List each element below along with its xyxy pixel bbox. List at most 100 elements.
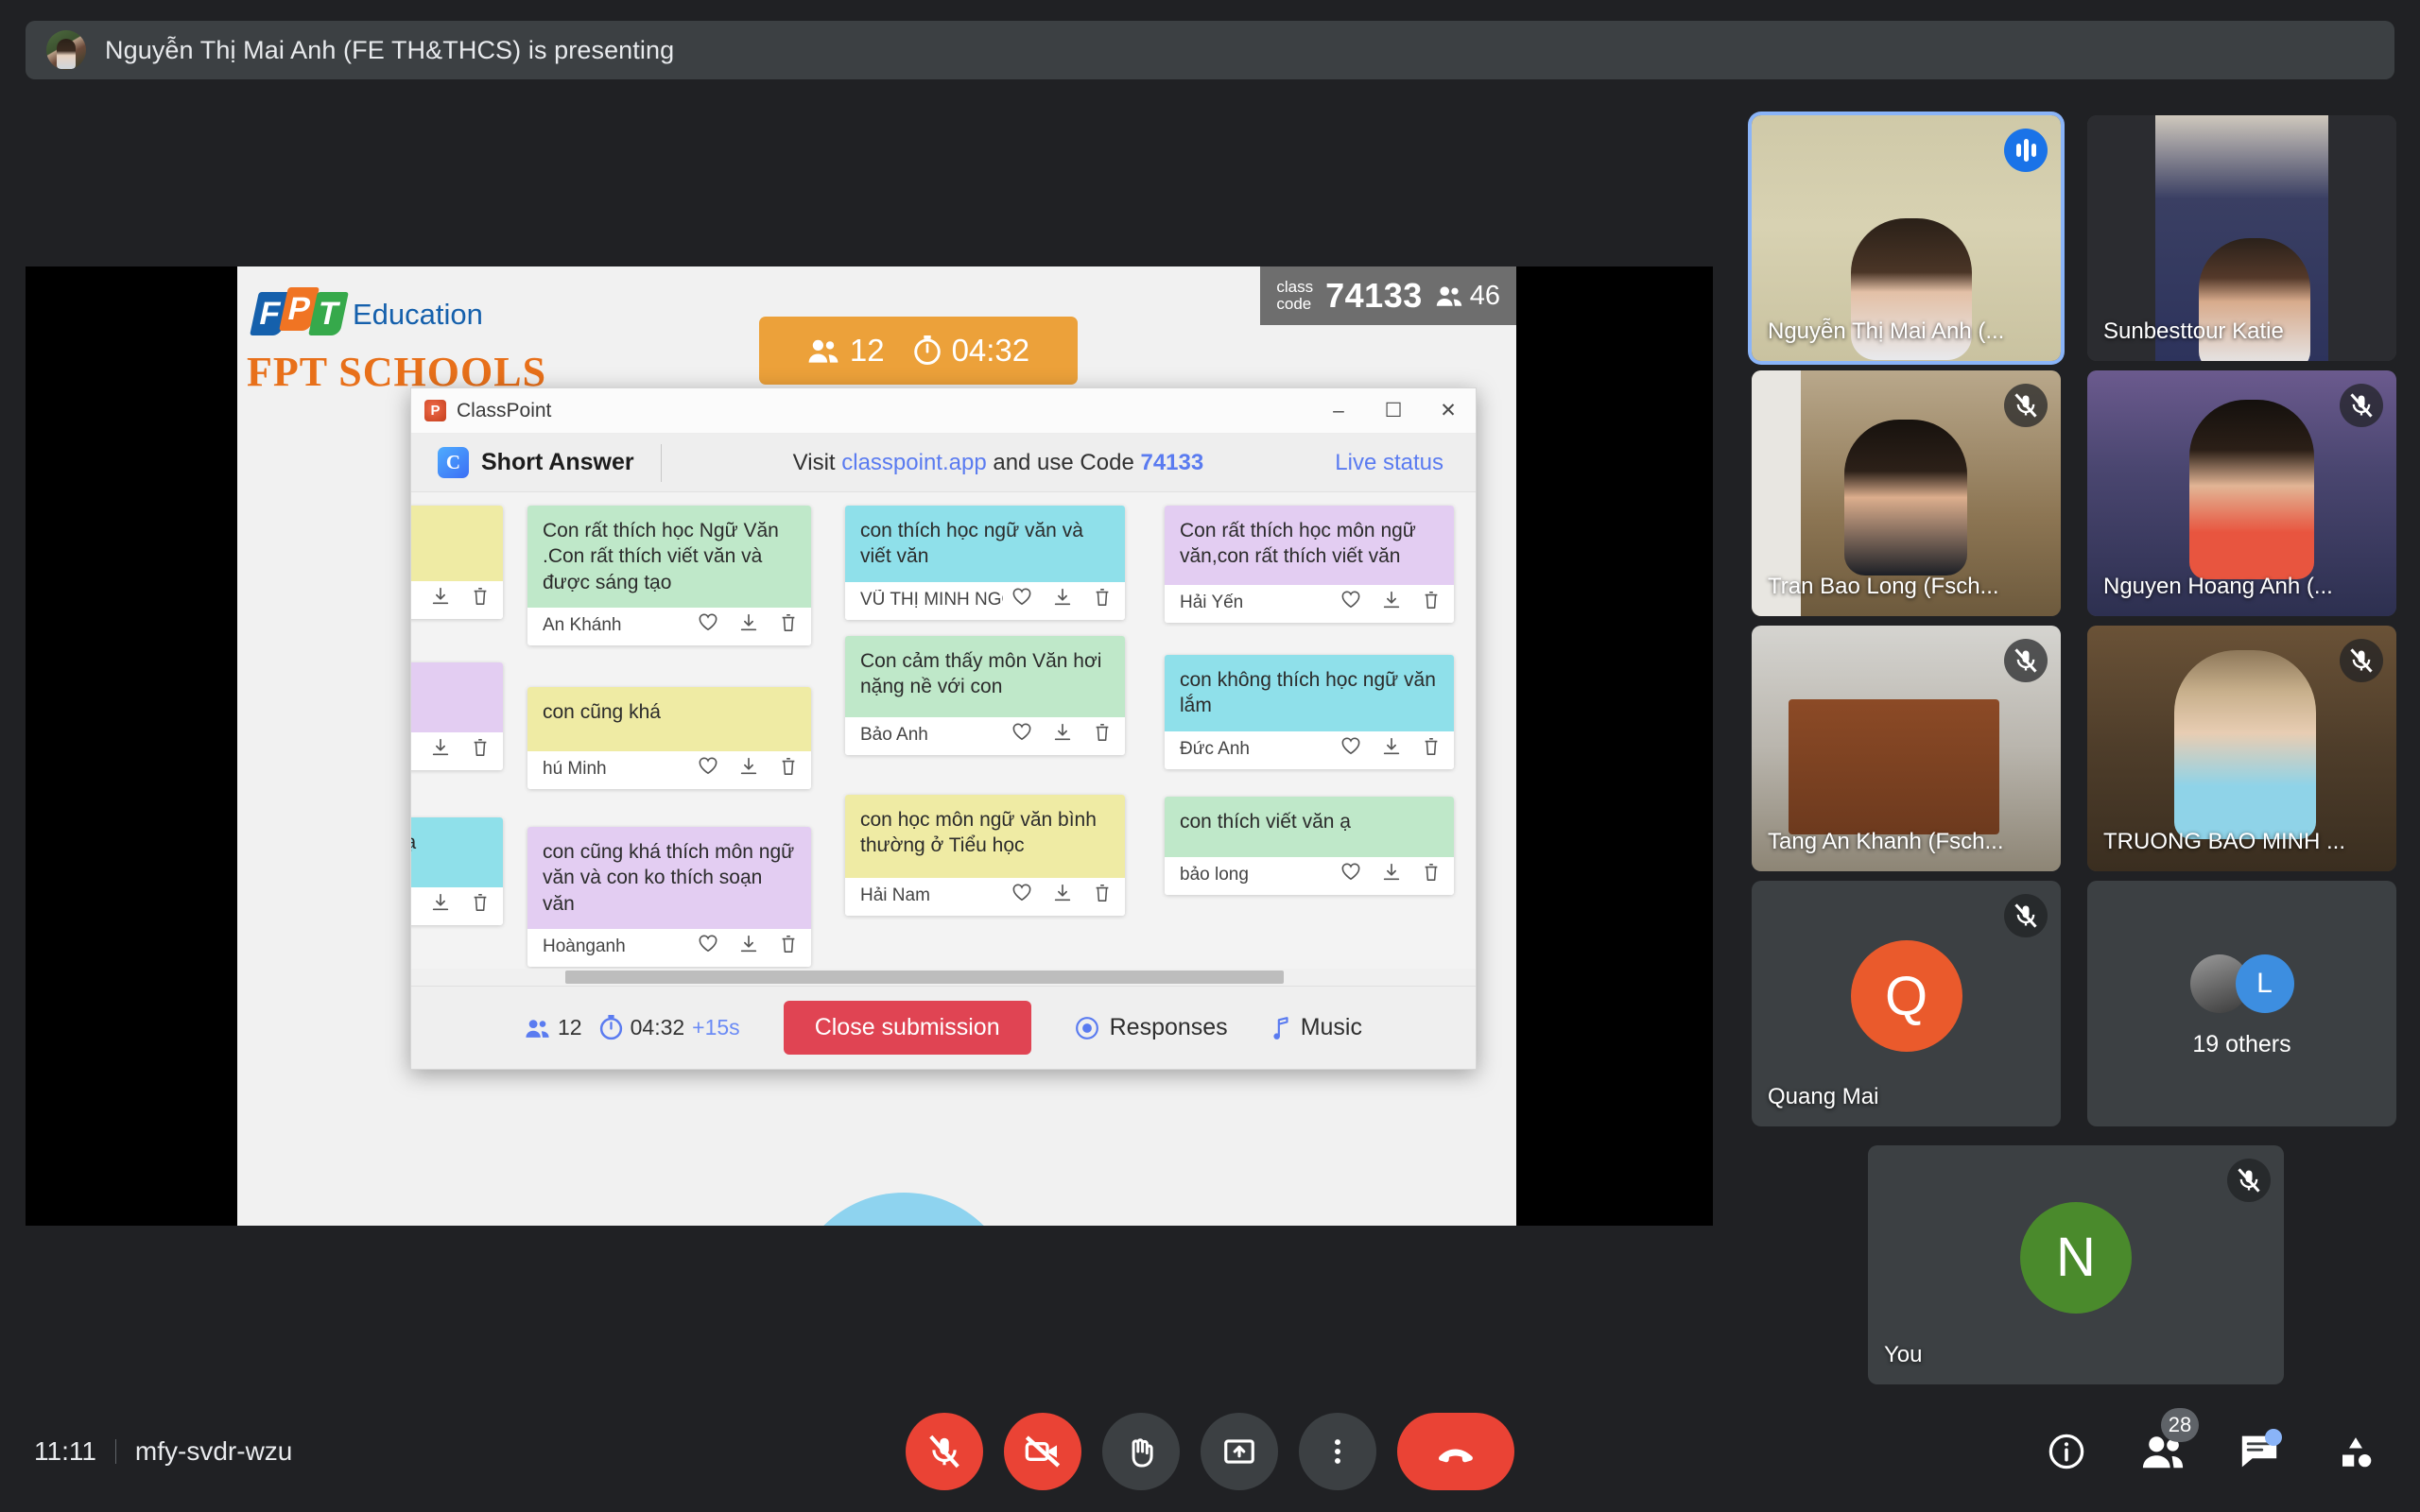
minimize-icon[interactable]: – [1311, 388, 1366, 433]
response-card-author: Bảo Anh [860, 725, 928, 745]
response-card[interactable]: con học môn ngữ văn bình thường ở Tiểu h… [845, 795, 1125, 916]
scrollbar-thumb[interactable] [565, 971, 1284, 984]
heart-icon[interactable] [1011, 587, 1032, 613]
participant-tile[interactable]: Tran Bao Long (Fsch... [1752, 370, 2061, 616]
response-card-author: Đức Anh [1180, 738, 1250, 759]
horizontal-scrollbar[interactable] [411, 969, 1476, 986]
download-icon[interactable] [1052, 883, 1073, 909]
trash-icon[interactable] [1422, 736, 1441, 763]
download-icon[interactable] [430, 586, 451, 612]
leave-call-button[interactable] [1397, 1413, 1514, 1490]
download-icon[interactable] [738, 934, 759, 960]
trash-icon[interactable] [1422, 590, 1441, 616]
response-card[interactable]: Con rất thích học môn ngữ văn,con rất th… [1165, 506, 1454, 623]
participant-tile[interactable]: TRUONG BAO MINH ... [2087, 626, 2396, 871]
chat-button[interactable] [2233, 1425, 2286, 1478]
trash-icon[interactable] [779, 612, 798, 639]
participant-tile[interactable]: Q Quang Mai [1752, 881, 2061, 1126]
present-screen-button[interactable] [1201, 1413, 1278, 1490]
response-card-footer: VŨ THỊ MINH NGỌC [845, 581, 1125, 620]
microphone-off-button[interactable] [906, 1413, 983, 1490]
trash-icon[interactable] [1093, 722, 1112, 748]
participant-tile[interactable]: L 19 others [2087, 881, 2396, 1126]
heart-icon[interactable] [698, 934, 718, 960]
download-icon[interactable] [1052, 722, 1073, 748]
response-card[interactable]: Con rất thích học Ngữ Văn .Con rất thích… [527, 506, 811, 645]
close-icon[interactable]: ✕ [1421, 388, 1476, 433]
response-card[interactable]: con không thích học ngữ văn lắm Đức Anh [1165, 655, 1454, 769]
trash-icon[interactable] [1093, 587, 1112, 613]
heart-icon[interactable] [698, 612, 718, 639]
trash-icon[interactable] [779, 756, 798, 782]
visit-prefix: Visit [792, 449, 836, 475]
raise-hand-button[interactable] [1102, 1413, 1180, 1490]
live-status-link[interactable]: Live status [1335, 450, 1476, 476]
activities-button[interactable] [2329, 1425, 2382, 1478]
trash-icon[interactable] [471, 737, 490, 764]
speaking-indicator-icon [2004, 129, 2048, 172]
participants-button[interactable]: 28 [2136, 1408, 2199, 1478]
classpoint-app-link[interactable]: classpoint.app [841, 450, 986, 475]
response-card-footer: Hoànganh [527, 928, 811, 967]
presenter-avatar [46, 30, 86, 70]
heart-icon[interactable] [1011, 883, 1032, 909]
maximize-icon[interactable]: ☐ [1366, 388, 1421, 433]
download-icon[interactable] [738, 756, 759, 782]
responses-toggle[interactable]: Responses [1075, 1014, 1228, 1041]
participant-tile[interactable]: Nguyễn Thị Mai Anh (... [1752, 115, 2061, 361]
download-icon[interactable] [1052, 587, 1073, 613]
participant-tile[interactable]: Nguyen Hoang Anh (... [2087, 370, 2396, 616]
response-card[interactable]: N VĂN VÀ [411, 506, 503, 619]
meeting-code: mfy-svdr-wzu [134, 1436, 293, 1466]
response-card[interactable]: con thích viết văn ạ bảo long [1165, 797, 1454, 895]
trash-icon[interactable] [1093, 883, 1112, 909]
response-card-actions [1340, 862, 1441, 888]
camera-off-button[interactable] [1004, 1413, 1081, 1490]
download-icon[interactable] [1381, 590, 1402, 616]
join-instructions: Visit classpoint.app and use Code 74133 [662, 450, 1336, 476]
more-options-button[interactable] [1299, 1413, 1376, 1490]
participant-tile[interactable]: Tang An Khanh (Fsch... [1752, 626, 2061, 871]
response-card[interactable]: con cũng khá hú Minh [527, 687, 811, 789]
response-card[interactable]: n ngữ văn ạ [411, 817, 503, 925]
download-icon[interactable] [430, 737, 451, 764]
response-card-footer [411, 732, 503, 770]
download-icon[interactable] [1381, 736, 1402, 763]
mic-off-icon [2340, 384, 2383, 427]
response-card-text: con cũng khá thích môn ngữ văn và con ko… [527, 827, 811, 929]
heart-icon[interactable] [1340, 736, 1361, 763]
response-card[interactable]: Con cảm thấy môn Văn hơi nặng nề với con… [845, 636, 1125, 755]
participant-avatar: Q [1850, 940, 1962, 1053]
download-icon[interactable] [430, 892, 451, 919]
presenting-banner: Nguyễn Thị Mai Anh (FE TH&THCS) is prese… [26, 21, 2394, 79]
trash-icon[interactable] [471, 586, 490, 612]
shared-screen-stage: F P T Education FPT SCHOOLS 12 04:32 cla… [26, 266, 1713, 1226]
participant-tile[interactable]: Sunbesttour Katie [2087, 115, 2396, 361]
close-submission-button[interactable]: Close submission [783, 1001, 1031, 1055]
footer-timer-add[interactable]: +15s [692, 1015, 740, 1040]
participant-name: Nguyễn Thị Mai Anh (... [1768, 318, 2005, 344]
presenting-text: Nguyễn Thị Mai Anh (FE TH&THCS) is prese… [105, 35, 675, 64]
response-card[interactable]: con thích học ngữ văn và viết văn VŨ THỊ … [845, 506, 1125, 620]
download-icon[interactable] [1381, 862, 1402, 888]
response-card-author: Hải Yến [1180, 593, 1244, 612]
window-controls: – ☐ ✕ [1311, 388, 1476, 433]
heart-icon[interactable] [698, 756, 718, 782]
download-icon[interactable] [738, 612, 759, 639]
heart-icon[interactable] [1340, 590, 1361, 616]
self-view-tile[interactable]: N You [1868, 1145, 2284, 1384]
classpoint-logo-icon: C [438, 447, 469, 478]
trash-icon[interactable] [471, 892, 490, 919]
classpoint-titlebar: P ClassPoint – ☐ ✕ [411, 388, 1476, 434]
response-card[interactable]: con cũng khá thích môn ngữ văn và con ko… [527, 827, 811, 967]
chat-unread-dot [2265, 1429, 2282, 1446]
heart-icon[interactable] [1340, 862, 1361, 888]
music-toggle[interactable]: Music [1271, 1014, 1362, 1041]
heart-icon[interactable] [1011, 722, 1032, 748]
meeting-details-button[interactable] [2040, 1425, 2093, 1478]
trash-icon[interactable] [779, 934, 798, 960]
slide-participants-count: 12 [849, 333, 885, 368]
mic-off-icon [929, 1435, 959, 1469]
trash-icon[interactable] [1422, 862, 1441, 888]
response-card[interactable]: an [411, 662, 503, 770]
